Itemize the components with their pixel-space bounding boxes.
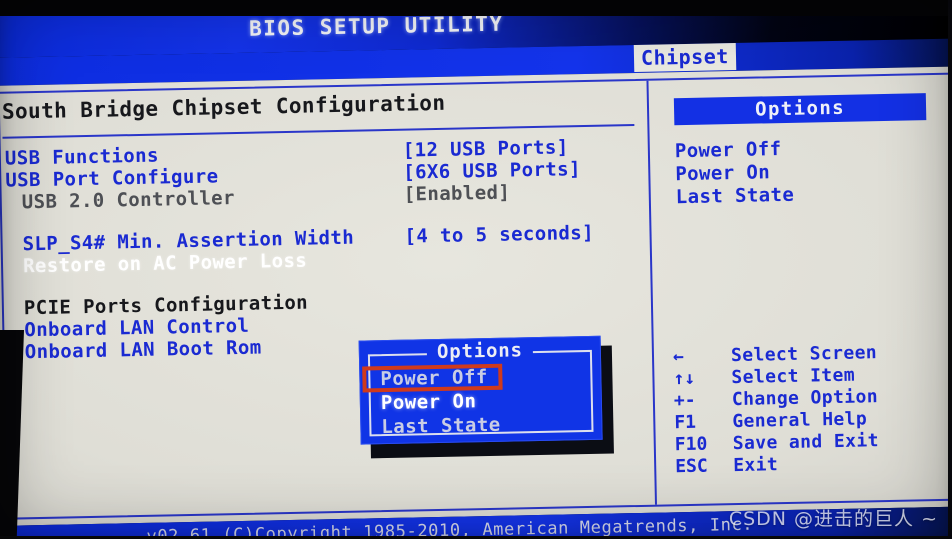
photo-edge-top [0,0,952,16]
key-legend-row: ESC Exit [675,451,952,479]
setting-value: [Enabled] [403,181,511,206]
options-value-list: Power Off Power On Last State [675,138,795,209]
popup-option-power-on[interactable]: Power On [381,390,501,416]
key-action-label: Save and Exit [732,430,880,455]
settings-list: USB Functions [12 USB Ports] USB Port Co… [5,135,641,364]
key-action-label: Change Option [731,386,879,411]
option-power-off: Power Off [674,138,782,163]
monitor-screen: BIOS SETUP UTILITY Chipset South Bridge … [0,0,952,539]
annotation-highlight-box [362,363,503,393]
key-legend: ← Select Screen ↑↓ Select Item +- Change… [673,341,952,479]
setting-label: Onboard LAN Boot Rom [24,336,262,364]
main-body: South Bridge Chipset Configuration USB F… [0,66,952,526]
options-popup[interactable]: Options Power Off Power On Last State [358,335,603,445]
esc-key-label: ESC [675,455,708,478]
setting-label: USB 2.0 Controller [21,187,236,214]
setting-label: USB Functions [4,144,160,170]
left-arrow-icon: ← [672,346,685,368]
f1-key-label: F1 [674,411,697,434]
plus-minus-icon: +- [673,389,696,412]
watermark: CSDN @进击的巨人 ~ [728,508,938,530]
popup-title-text: Options [426,339,533,364]
f10-key-label: F10 [674,433,708,456]
key-action-label: Select Screen [730,342,878,367]
options-header: Options [673,93,927,126]
key-action-label: General Help [732,408,868,433]
settings-pane: South Bridge Chipset Configuration USB F… [2,79,647,522]
popup-option-last-state[interactable]: Last State [381,414,501,440]
key-action-label: Exit [733,454,779,477]
option-last-state: Last State [675,183,795,209]
tab-chipset[interactable]: Chipset [633,42,737,73]
key-action-label: Select Item [731,364,856,389]
photo-edge-right [948,0,952,539]
up-down-arrow-icon: ↑↓ [673,367,696,390]
section-title: South Bridge Chipset Configuration [1,90,446,124]
option-power-on: Power On [675,161,771,186]
help-pane: Options Power Off Power On Last State ← … [659,73,952,509]
bios-setup-screenshot: BIOS SETUP UTILITY Chipset South Bridge … [0,0,952,539]
